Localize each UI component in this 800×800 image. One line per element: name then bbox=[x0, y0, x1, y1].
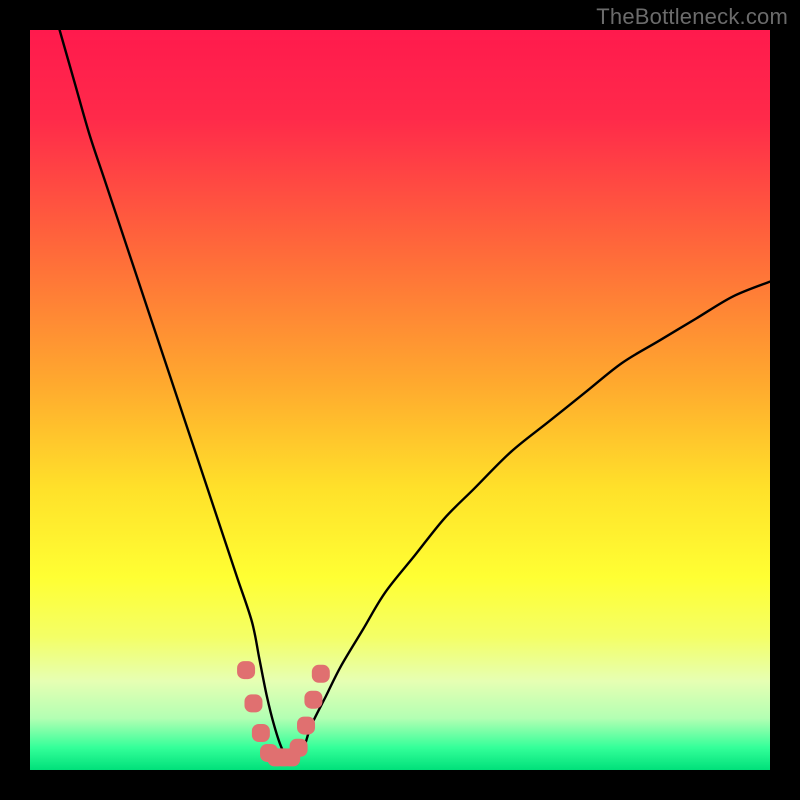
trough-marker bbox=[304, 691, 322, 709]
trough-marker bbox=[312, 665, 330, 683]
trough-marker bbox=[237, 661, 255, 679]
trough-marker bbox=[252, 724, 270, 742]
plot-area bbox=[30, 30, 770, 770]
bottleneck-chart bbox=[0, 0, 800, 800]
trough-marker bbox=[297, 717, 315, 735]
trough-marker bbox=[290, 739, 308, 757]
chart-frame: TheBottleneck.com bbox=[0, 0, 800, 800]
trough-marker bbox=[244, 694, 262, 712]
